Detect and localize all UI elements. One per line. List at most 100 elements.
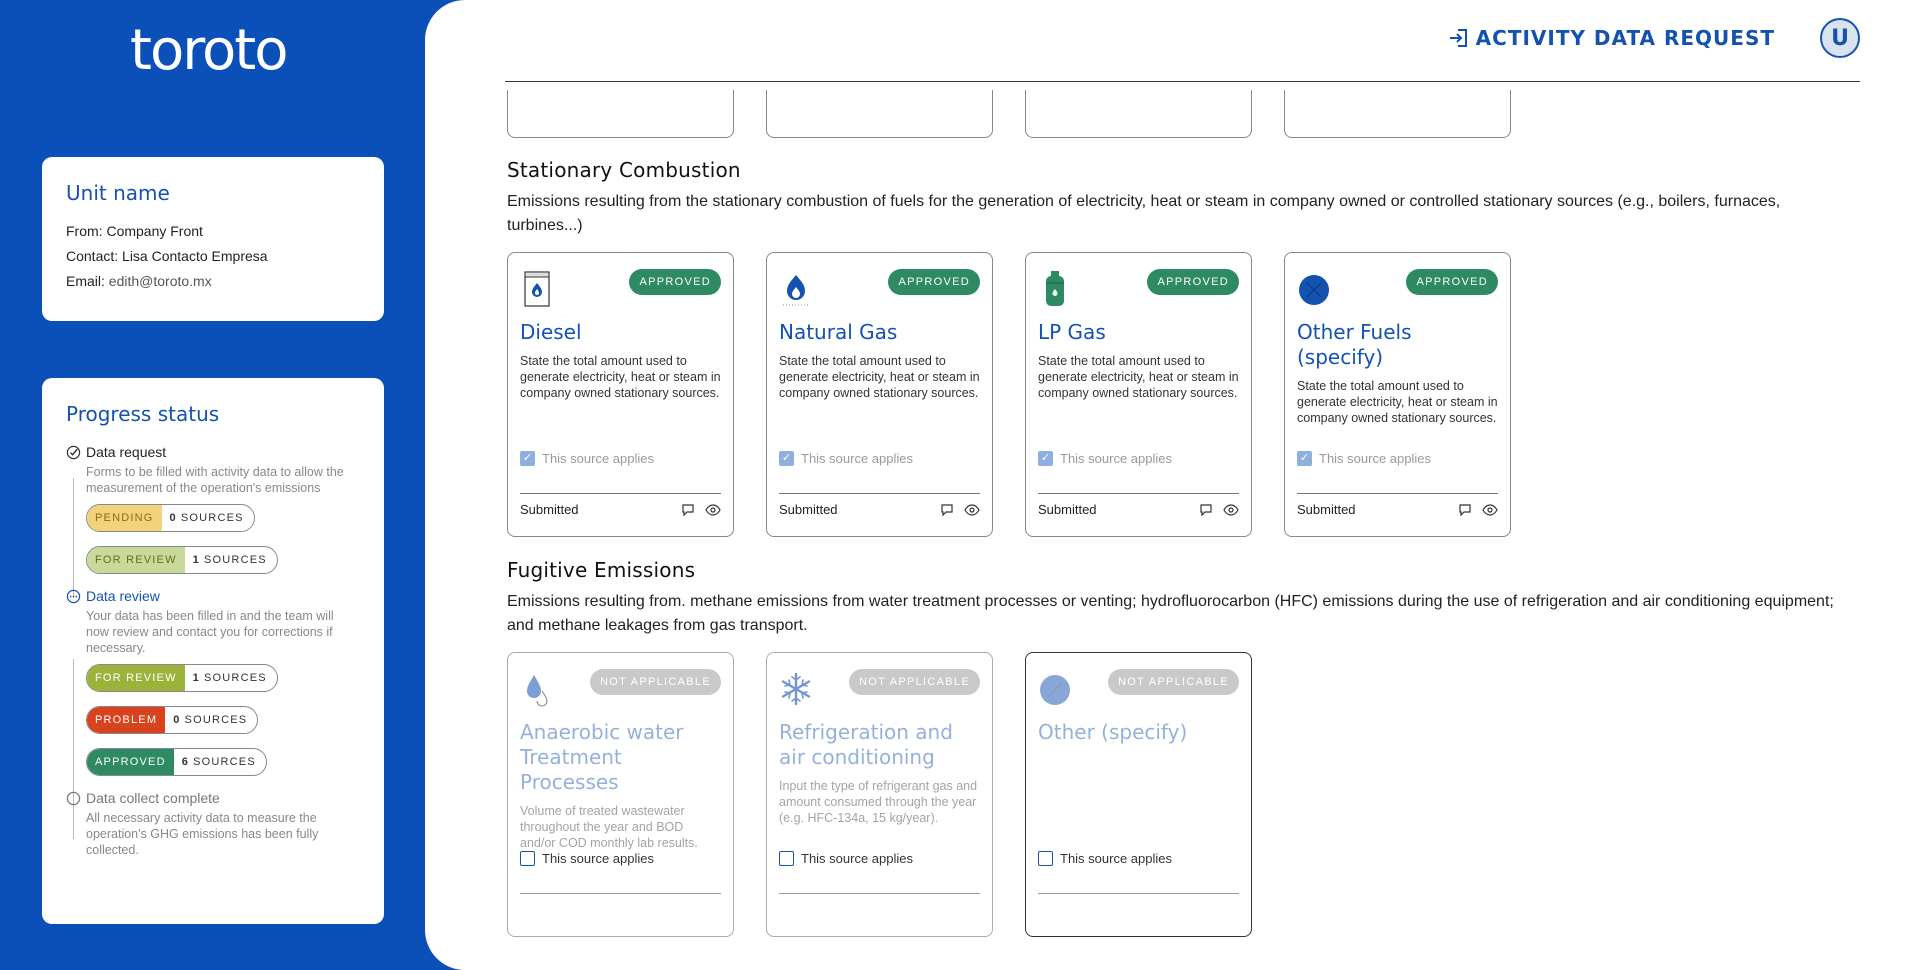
card-footer-divider: [779, 893, 980, 894]
step-description: Forms to be filled with activity data to…: [86, 465, 344, 495]
progress-status-card: Progress status Data request Forms to be…: [42, 378, 384, 924]
problem-pill[interactable]: PROBLEM 0 SOURCES: [86, 706, 259, 734]
source-card[interactable]: [766, 90, 993, 138]
source-card-other-fuels[interactable]: APPROVED Other Fuels (specify) State the…: [1284, 252, 1511, 537]
applies-checkbox[interactable]: This source applies: [1038, 451, 1172, 466]
source-card-anaerobic[interactable]: NOT APPLICABLE Anaerobic water Treatment…: [507, 652, 734, 937]
for-review-pill[interactable]: FOR REVIEW 1 SOURCES: [86, 546, 278, 574]
checkbox-unchecked[interactable]: [1038, 851, 1053, 866]
toroto-logo[interactable]: toroto: [130, 18, 288, 83]
section-title-stationary: Stationary Combustion: [507, 158, 741, 182]
stationary-cards: APPROVED Diesel State the total amount u…: [507, 252, 1847, 538]
applies-checkbox[interactable]: This source applies: [1038, 851, 1172, 866]
diesel-icon: [524, 271, 550, 307]
comment-icon[interactable]: [1458, 503, 1472, 517]
card-footer: Submitted: [779, 493, 980, 517]
eye-icon[interactable]: [964, 503, 980, 517]
pill-count: 6: [181, 756, 190, 768]
unit-contact: Contact: Lisa Contacto Empresa: [66, 248, 268, 264]
checkbox-checked[interactable]: [779, 451, 794, 466]
applies-checkbox[interactable]: This source applies: [520, 851, 654, 866]
approved-pill[interactable]: APPROVED 6 SOURCES: [86, 748, 267, 776]
water-drop-icon: [527, 675, 548, 707]
step-data-review: Data review Your data has been filled in…: [66, 588, 360, 790]
card-footer-divider: [1038, 893, 1239, 894]
pill-count: 1: [192, 672, 200, 684]
source-card[interactable]: [507, 90, 734, 138]
card-footer: Submitted: [520, 493, 721, 517]
login-arrow-icon: [1449, 29, 1467, 47]
card-title: Other (specify): [1038, 720, 1188, 744]
source-card-diesel[interactable]: APPROVED Diesel State the total amount u…: [507, 252, 734, 537]
checkbox-unchecked[interactable]: [779, 851, 794, 866]
step-label: Data request: [86, 444, 167, 460]
step-data-collect-complete: Data collect complete All necessary acti…: [66, 790, 360, 858]
checkbox-checked[interactable]: [520, 451, 535, 466]
step-label: Data review: [86, 588, 160, 604]
activity-data-request-link[interactable]: ACTIVITY DATA REQUEST: [1448, 26, 1775, 50]
for-review-pill[interactable]: FOR REVIEW 1 SOURCES: [86, 664, 278, 692]
applies-checkbox[interactable]: This source applies: [1297, 451, 1431, 466]
pill-count: 0: [169, 512, 177, 524]
card-title: Other Fuels (specify): [1297, 320, 1412, 369]
comment-icon[interactable]: [1199, 503, 1213, 517]
applies-checkbox[interactable]: This source applies: [779, 451, 913, 466]
card-title: LP Gas: [1038, 320, 1106, 344]
user-avatar[interactable]: U: [1820, 18, 1860, 58]
section-desc-fugitive: Emissions resulting from. methane emissi…: [507, 593, 1834, 634]
comment-icon[interactable]: [681, 503, 695, 517]
pill-status: FOR REVIEW: [87, 547, 185, 573]
card-description: State the total amount used to generate …: [1297, 379, 1498, 425]
status-badge: APPROVED: [1406, 269, 1498, 295]
eye-icon[interactable]: [705, 503, 721, 517]
step-description: All necessary activity data to measure t…: [86, 811, 319, 857]
in-progress-icon: [66, 589, 81, 603]
section-title-fugitive: Fugitive Emissions: [507, 558, 696, 582]
step-description: Your data has been filled in and the tea…: [86, 609, 334, 655]
card-footer: Submitted: [1038, 493, 1239, 517]
progress-status-title: Progress status: [66, 402, 220, 426]
checkbox-checked[interactable]: [1297, 451, 1312, 466]
pill-count: 1: [192, 554, 200, 566]
sidebar: toroto Unit name From: Company Front Con…: [0, 0, 440, 970]
status-badge: APPROVED: [1147, 269, 1239, 295]
pill-status: PROBLEM: [87, 707, 166, 733]
status-badge: NOT APPLICABLE: [590, 669, 721, 695]
step-label: Data collect complete: [86, 790, 220, 806]
source-card[interactable]: [1025, 90, 1252, 138]
card-description: State the total amount used to generate …: [1038, 354, 1239, 400]
checkbox-checked[interactable]: [1038, 451, 1053, 466]
snowflake-icon: [781, 672, 811, 706]
card-title: Anaerobic water Treatment Processes: [520, 720, 684, 794]
source-card[interactable]: [1284, 90, 1511, 138]
source-card-other[interactable]: NOT APPLICABLE Other (specify) This sour…: [1025, 652, 1252, 937]
previous-cards-row: [507, 90, 1847, 138]
pill-count: 0: [173, 714, 181, 726]
section-desc-stationary: Emissions resulting from the stationary …: [507, 193, 1781, 234]
comment-icon[interactable]: [940, 503, 954, 517]
empty-circle-icon: [66, 791, 81, 805]
source-card-refrigeration[interactable]: NOT APPLICABLE Refrigeration and air con…: [766, 652, 993, 937]
gas-cylinder-icon: [1046, 271, 1064, 306]
eye-icon[interactable]: [1223, 503, 1239, 517]
pending-pill[interactable]: PENDING 0 SOURCES: [86, 504, 255, 532]
applies-checkbox[interactable]: This source applies: [779, 851, 913, 866]
status-badge: APPROVED: [888, 269, 980, 295]
source-card-natural-gas[interactable]: APPROVED Natural Gas State the total amo…: [766, 252, 993, 537]
applies-checkbox[interactable]: This source applies: [520, 451, 654, 466]
content-area: Stationary Combustion Emissions resultin…: [507, 90, 1847, 938]
card-status: Submitted: [1297, 502, 1356, 517]
checkbox-unchecked[interactable]: [520, 851, 535, 866]
fugitive-cards: NOT APPLICABLE Anaerobic water Treatment…: [507, 652, 1847, 938]
other-icon: [1040, 675, 1070, 705]
unit-email: Email: edith@toroto.mx: [66, 273, 212, 289]
card-status: Submitted: [1038, 502, 1097, 517]
card-title: Natural Gas: [779, 320, 898, 344]
card-description: State the total amount used to generate …: [520, 354, 721, 400]
pill-status: APPROVED: [87, 749, 174, 775]
unit-card: Unit name From: Company Front Contact: L…: [42, 157, 384, 321]
source-card-lp-gas[interactable]: APPROVED LP Gas State the total amount u…: [1025, 252, 1252, 537]
flame-icon: [783, 275, 809, 306]
eye-icon[interactable]: [1482, 503, 1498, 517]
status-badge: NOT APPLICABLE: [1108, 669, 1239, 695]
